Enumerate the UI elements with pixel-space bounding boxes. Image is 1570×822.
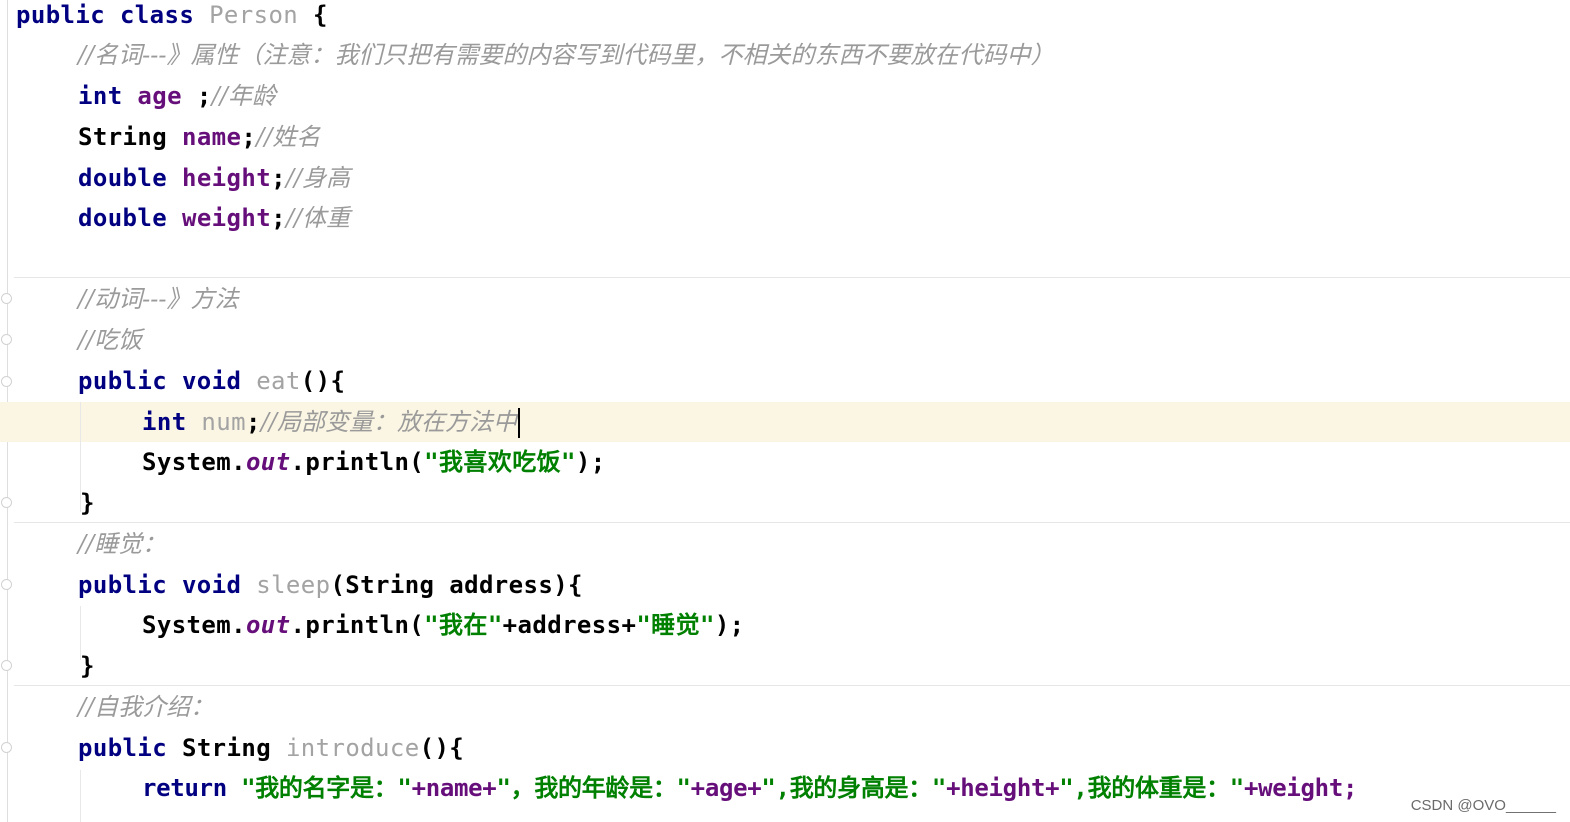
- comment: //名词---》属性（注意：我们只把有需要的内容写到代码里，不相关的东西不要放在…: [78, 41, 1055, 69]
- parameter-list: (String address){: [330, 571, 583, 599]
- punctuation: );: [714, 611, 745, 639]
- class-ref: System.: [142, 448, 246, 476]
- code-line-close-brace[interactable]: }: [80, 483, 95, 523]
- punctuation: (){: [300, 367, 346, 395]
- method-separator: [14, 685, 1570, 686]
- comment: //身高: [285, 164, 351, 192]
- concat-expression: +weight;: [1243, 774, 1358, 802]
- string-literal: "，我的年龄是：": [496, 774, 691, 802]
- keyword: public void: [78, 571, 242, 599]
- code-line-comment[interactable]: //动词---》方法: [78, 279, 239, 319]
- text-caret: [518, 408, 521, 438]
- string-literal: "睡觉": [636, 611, 715, 639]
- fold-marker[interactable]: [1, 742, 12, 753]
- code-line-local-num[interactable]: int num;//局部变量：放在方法中: [142, 402, 521, 442]
- method-name: eat: [256, 367, 301, 395]
- code-line-field-name[interactable]: String name;//姓名: [78, 117, 320, 157]
- class-name: Person: [209, 1, 299, 29]
- method-call: .println(: [290, 448, 425, 476]
- brace: {: [313, 1, 328, 29]
- method-separator: [14, 277, 1570, 278]
- code-line-sleep-print[interactable]: System.out.println("我在"+address+"睡觉");: [142, 605, 745, 645]
- type-keyword: double: [78, 164, 168, 192]
- comment: //体重: [285, 204, 351, 232]
- code-line-comment[interactable]: //自我介绍：: [78, 687, 214, 727]
- keyword: public: [78, 734, 168, 762]
- semicolon: ;: [241, 123, 257, 151]
- fold-marker[interactable]: [1, 579, 12, 590]
- type-name: String: [78, 123, 168, 151]
- semicolon: ;: [271, 164, 286, 192]
- comment: //睡觉：: [78, 530, 167, 558]
- string-literal: "我的名字是：": [241, 774, 412, 802]
- type-keyword: int: [78, 82, 123, 110]
- code-line-intro-decl[interactable]: public String introduce(){: [78, 728, 464, 768]
- keyword: public void: [78, 367, 242, 395]
- code-line-field-weight[interactable]: double weight;//体重: [78, 198, 350, 238]
- code-line-sleep-decl[interactable]: public void sleep(String address){: [78, 565, 583, 605]
- static-field: out: [245, 611, 291, 639]
- string-literal: ",我的身高是：": [761, 774, 947, 802]
- class-ref: System.: [142, 611, 246, 639]
- code-line-class-decl[interactable]: public class Person {: [16, 0, 328, 35]
- field-name: weight: [181, 204, 272, 232]
- concat-expression: +name+: [411, 774, 497, 802]
- code-line-field-age[interactable]: int age ;//年龄: [78, 76, 276, 116]
- fold-marker[interactable]: [1, 334, 12, 345]
- code-line-eat-print[interactable]: System.out.println("我喜欢吃饭");: [142, 442, 606, 482]
- indent-guide: [80, 770, 81, 822]
- comment: //姓名: [256, 123, 321, 151]
- type-name: String: [181, 734, 272, 762]
- method-call: .println(: [290, 611, 425, 639]
- string-literal: "我喜欢吃饭": [424, 448, 576, 476]
- fold-marker[interactable]: [1, 376, 12, 387]
- comment: //吃饭: [78, 326, 143, 354]
- comment: //自我介绍：: [78, 693, 215, 721]
- code-line-intro-return[interactable]: return "我的名字是："+name+"，我的年龄是："+age+",我的身…: [142, 768, 1357, 808]
- comment: //动词---》方法: [78, 285, 239, 313]
- field-name: age: [137, 82, 182, 110]
- method-name: introduce: [285, 734, 420, 762]
- code-line-field-height[interactable]: double height;//身高: [78, 158, 350, 198]
- code-editor[interactable]: public class Person { //名词---》属性（注意：我们只把…: [0, 0, 1570, 822]
- semicolon: ;: [196, 82, 212, 110]
- field-name: name: [181, 123, 242, 151]
- fold-marker[interactable]: [1, 293, 12, 304]
- concat-expression: +address+: [502, 611, 637, 639]
- watermark: CSDN @OVO______: [1410, 797, 1556, 814]
- code-line-comment[interactable]: //名词---》属性（注意：我们只把有需要的内容写到代码里，不相关的东西不要放在…: [78, 35, 1055, 75]
- brace: }: [80, 489, 95, 517]
- code-line-eat-decl[interactable]: public void eat(){: [78, 361, 345, 401]
- brace: }: [80, 652, 95, 680]
- variable-name: num: [201, 408, 246, 436]
- method-name: sleep: [256, 571, 331, 599]
- type-keyword: int: [142, 408, 187, 436]
- code-line-comment[interactable]: //睡觉：: [78, 524, 166, 564]
- keyword: return: [142, 774, 227, 802]
- fold-marker[interactable]: [1, 497, 12, 508]
- keyword: public class: [16, 1, 195, 29]
- punctuation: );: [575, 448, 606, 476]
- comment: //年龄: [211, 82, 276, 110]
- type-keyword: double: [78, 204, 168, 232]
- comment: //局部变量：放在方法中: [260, 408, 518, 436]
- method-separator: [14, 522, 1570, 523]
- concat-expression: +height+: [946, 774, 1060, 802]
- concat-expression: +age+: [690, 774, 762, 802]
- string-literal: "我在": [424, 611, 503, 639]
- semicolon: ;: [245, 408, 261, 436]
- static-field: out: [245, 448, 291, 476]
- string-literal: ",我的体重是：": [1059, 774, 1244, 802]
- semicolon: ;: [271, 204, 286, 232]
- fold-marker[interactable]: [1, 660, 12, 671]
- field-name: height: [181, 164, 272, 192]
- code-line-close-brace[interactable]: }: [80, 646, 95, 686]
- punctuation: (){: [419, 734, 465, 762]
- code-line-comment[interactable]: //吃饭: [78, 320, 142, 360]
